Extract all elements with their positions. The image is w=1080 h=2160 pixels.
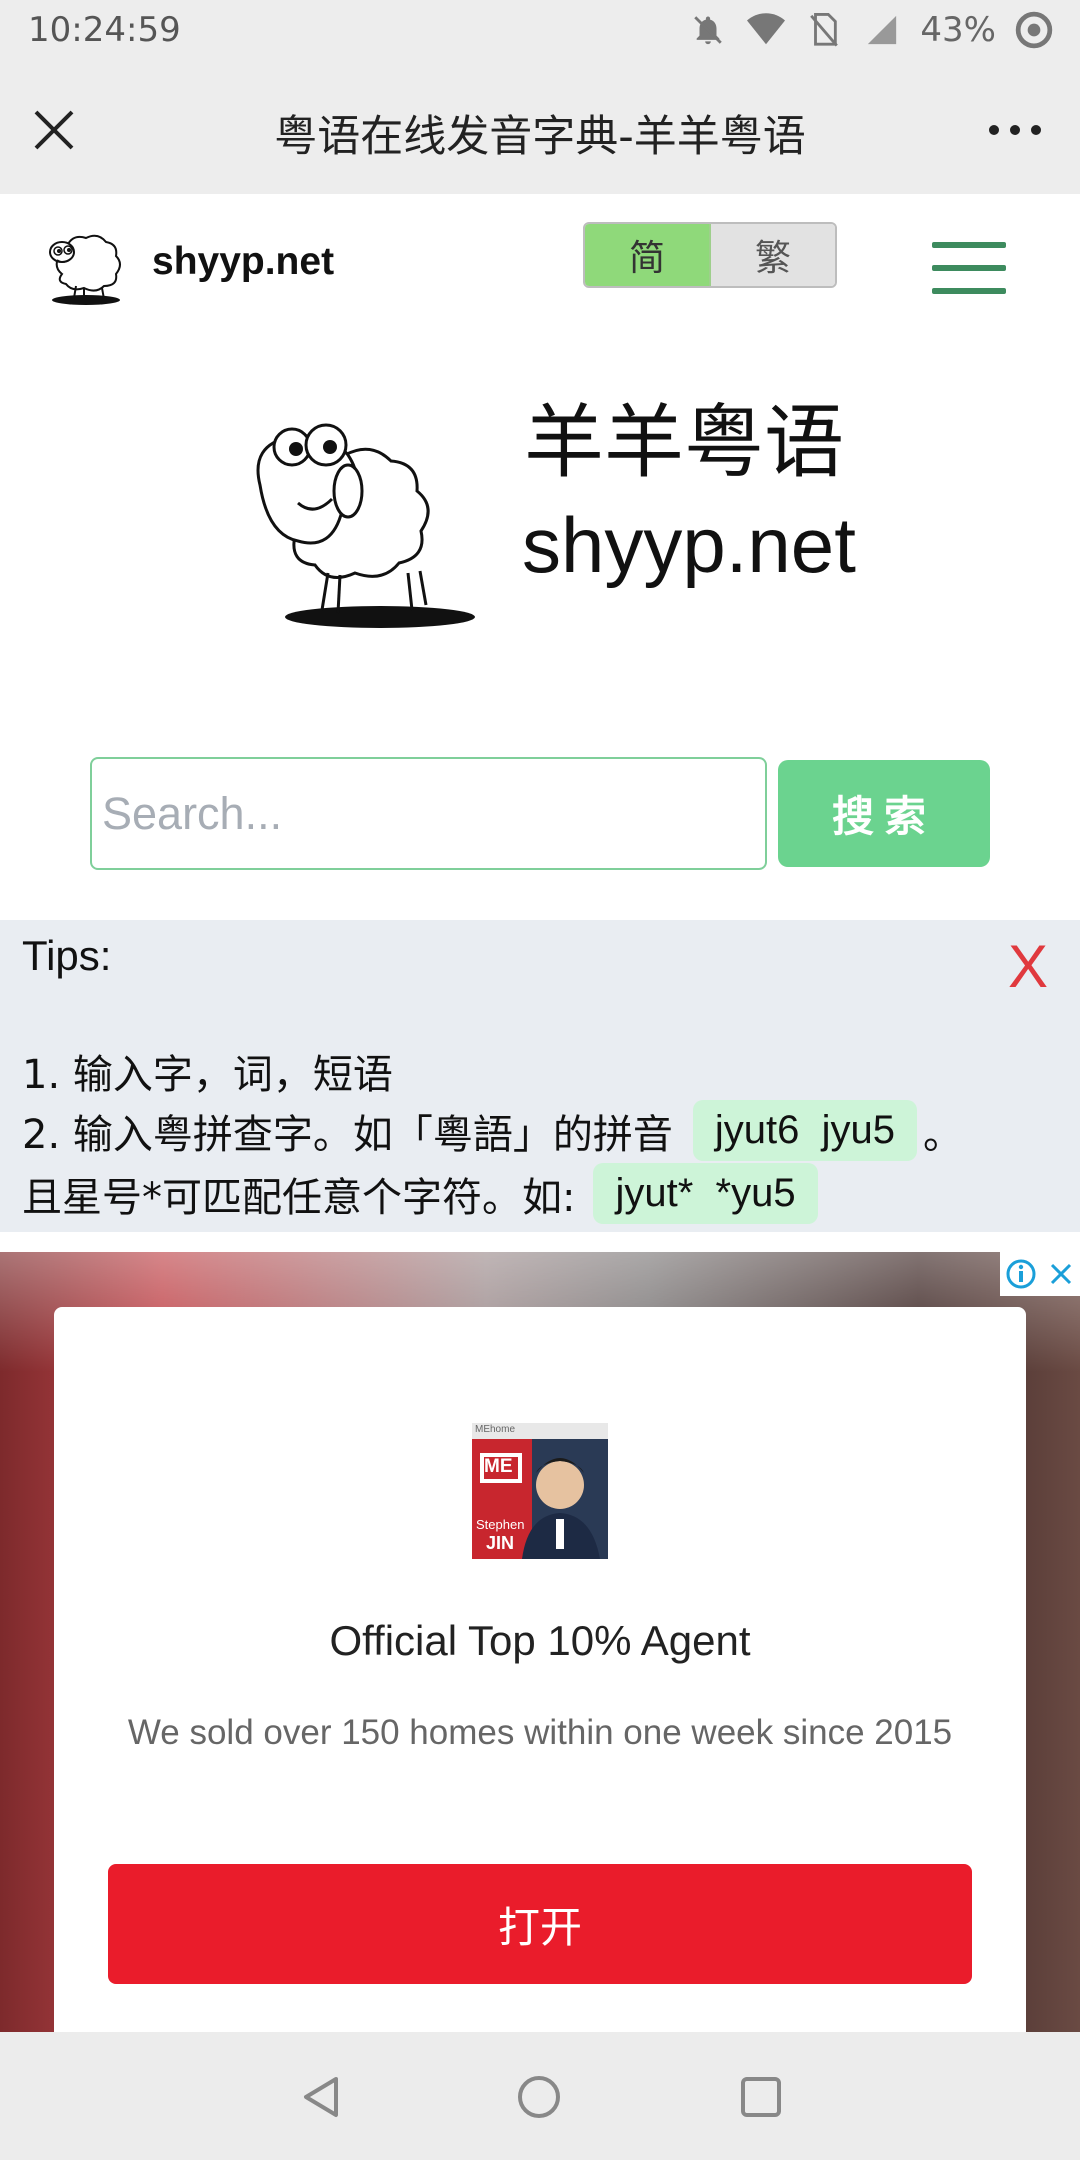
bell-off-icon <box>688 10 728 50</box>
home-icon <box>518 2076 560 2118</box>
ad-open-button[interactable]: 打开 <box>108 1864 972 1984</box>
lang-traditional-option[interactable]: 繁 <box>711 224 835 286</box>
close-button[interactable] <box>26 102 82 158</box>
hero-title-english: shyyp.net <box>522 501 856 589</box>
back-icon <box>304 2077 338 2117</box>
ad-headline[interactable]: Official Top 10% Agent <box>54 1617 1026 1665</box>
language-toggle: 简 繁 <box>583 222 837 288</box>
tip-line-3-text: 且星号*可匹配任意个字符。如: <box>22 1174 576 1221</box>
signal-icon <box>862 10 902 50</box>
status-time: 10:24:59 <box>28 10 181 50</box>
status-bar: 10:24:59 43% <box>0 0 1080 62</box>
tip-line-2: 2. 输入粤拼查字。如「粵語」的拼音 jyut6 jyu5 。 <box>22 1100 963 1161</box>
example-wildcard-chip[interactable]: jyut* *yu5 <box>593 1163 818 1224</box>
tip-line-3: 且星号*可匹配任意个字符。如: jyut* *yu5 <box>22 1163 824 1224</box>
tips-panel: Tips: X 1. 输入字，词，短语 2. 输入粤拼查字。如「粵語」的拼音 j… <box>0 920 1080 1232</box>
search-button[interactable]: 搜索 <box>778 760 990 867</box>
recents-icon <box>741 2077 781 2117</box>
example-jyutping-chip[interactable]: jyut6 jyu5 <box>692 1100 917 1161</box>
tips-close-button[interactable]: X <box>1008 932 1048 1001</box>
close-icon <box>34 110 74 150</box>
ad-choices[interactable] <box>1000 1252 1080 1296</box>
advertisement[interactable]: MEhome ME Stephen JIN Official Top 10% A… <box>0 1252 1080 2032</box>
wifi-icon <box>746 10 786 50</box>
no-sim-icon <box>804 10 844 50</box>
tip-line-2-text: 2. 输入粤拼查字。如「粵語」的拼音 <box>22 1111 673 1158</box>
search-input[interactable] <box>90 757 767 870</box>
title-bar: 粤语在线发音字典-羊羊粤语 <box>0 62 1080 194</box>
ad-image-name-first: Stephen <box>476 1517 525 1532</box>
site-name[interactable]: shyyp.net <box>152 240 334 284</box>
battery-percent: 43% <box>920 10 996 50</box>
site-header: shyyp.net 简 繁 <box>0 194 1080 334</box>
tips-title: Tips: <box>22 932 112 979</box>
battery-icon <box>1014 10 1054 50</box>
tip-line-1: 1. 输入字，词，短语 <box>22 1052 393 1098</box>
sheep-mascot-icon <box>240 405 480 630</box>
info-icon[interactable] <box>1005 1258 1037 1290</box>
ad-card[interactable]: MEhome ME Stephen JIN Official Top 10% A… <box>54 1307 1026 2032</box>
ad-image-caption: MEhome <box>475 1424 516 1435</box>
ad-agent-image[interactable]: MEhome ME Stephen JIN <box>472 1423 608 1559</box>
more-dots-icon <box>989 125 1041 135</box>
ad-image-name-last: JIN <box>486 1533 515 1553</box>
close-ad-icon[interactable] <box>1047 1260 1075 1288</box>
hero-title-chinese: 羊羊粤语 <box>524 396 844 489</box>
ad-image-logo: ME <box>484 1456 513 1477</box>
nav-recents-button[interactable] <box>734 2070 788 2124</box>
lang-simplified-option[interactable]: 简 <box>585 224 711 286</box>
status-icons: 43% <box>688 10 1054 50</box>
page-title: 粤语在线发音字典-羊羊粤语 <box>274 112 806 162</box>
more-options-button[interactable] <box>980 102 1050 158</box>
nav-back-button[interactable] <box>294 2070 348 2124</box>
hamburger-menu-icon[interactable] <box>932 242 1006 294</box>
sheep-logo-icon[interactable] <box>42 224 130 308</box>
system-navigation-bar <box>0 2032 1080 2160</box>
ad-description: We sold over 150 homes within one week s… <box>127 1713 953 1752</box>
tip-line-2-suffix: 。 <box>923 1111 963 1158</box>
nav-home-button[interactable] <box>512 2070 566 2124</box>
